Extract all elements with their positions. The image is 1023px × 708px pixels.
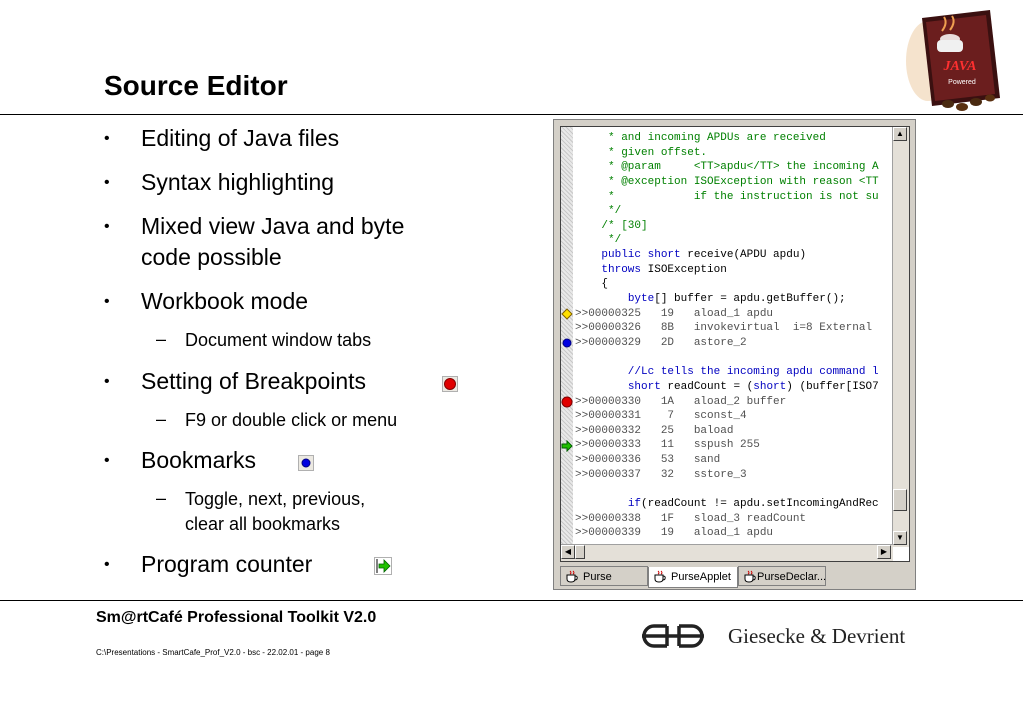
sub-bullet-item-continuation: clear all bookmarks	[185, 514, 341, 534]
code-line[interactable]: >>00000337 32 sstore_3	[575, 468, 893, 483]
sub-bullet-item: F9 or double click or menu	[185, 410, 398, 430]
code-line[interactable]: short readCount = (short) (buffer[ISO7	[575, 380, 893, 395]
bookmark-icon	[298, 455, 314, 471]
horizontal-scroll-thumb[interactable]	[575, 545, 585, 559]
bullet-marker: •	[104, 452, 110, 469]
gd-logo-icon	[642, 624, 704, 648]
program-counter-marker-icon[interactable]	[561, 439, 573, 452]
sub-bullet-marker: –	[156, 409, 167, 429]
tab-pursedeclar[interactable]: PurseDeclar...	[738, 566, 826, 586]
bullet-item: Mixed view Java and byte	[141, 213, 405, 239]
bullet-marker: •	[104, 293, 110, 310]
bullet-item: Editing of Java files	[141, 125, 340, 151]
bullet-marker: •	[104, 556, 110, 573]
code-line[interactable]: >>00000332 25 baload	[575, 424, 893, 439]
code-line[interactable]: >>00000339 19 aload_1 apdu	[575, 526, 893, 541]
code-line[interactable]: >>00000333 11 sspush 255	[575, 438, 893, 453]
bullet-marker: •	[104, 373, 110, 390]
code-line[interactable]: >>00000331 7 sconst_4	[575, 409, 893, 424]
code-line[interactable]: * if the instruction is not su	[575, 190, 893, 205]
footer-file-path: C:\Presentations - SmartCafe_Prof_V2.0 -…	[96, 648, 330, 657]
code-pane[interactable]: * and incoming APDUs are received * give…	[560, 126, 910, 562]
code-line[interactable]: >>00000325 19 aload_1 apdu	[575, 307, 893, 322]
bullet-item-continuation: code possible	[141, 244, 282, 270]
code-line[interactable]: >>00000338 1F sload_3 readCount	[575, 512, 893, 527]
document-tabs: Purse PurseApplet PurseDeclar...	[560, 566, 910, 588]
tab-purse[interactable]: Purse	[560, 566, 648, 586]
sub-bullet-item: Document window tabs	[185, 330, 372, 350]
tab-label: PurseApplet	[671, 571, 731, 583]
java-file-icon	[654, 570, 666, 583]
code-line[interactable]: throws ISOException	[575, 263, 893, 278]
code-line[interactable]: //Lc tells the incoming apdu command l	[575, 365, 893, 380]
code-line[interactable]: * @exception ISOException with reason <T…	[575, 175, 893, 190]
code-line[interactable]	[575, 482, 893, 497]
code-line[interactable]: */	[575, 233, 893, 248]
code-line[interactable]: /* [30]	[575, 219, 893, 234]
code-line[interactable]: public short receive(APDU apdu)	[575, 248, 893, 263]
program-counter-icon	[374, 557, 392, 575]
sub-bullet-item: Toggle, next, previous,	[185, 489, 366, 509]
sub-bullet-marker: –	[156, 488, 167, 508]
step-marker-icon[interactable]	[561, 308, 573, 320]
code-line[interactable]: >>00000326 8B invokevirtual i=8 External	[575, 321, 893, 336]
horizontal-scrollbar[interactable]: ◀ ▶	[561, 544, 893, 561]
footer-product-title: Sm@rtCafé Professional Toolkit V2.0	[96, 609, 377, 626]
code-text[interactable]: * and incoming APDUs are received * give…	[575, 131, 893, 545]
vertical-scroll-thumb[interactable]	[893, 489, 907, 511]
code-line[interactable]: byte[] buffer = apdu.getBuffer();	[575, 292, 893, 307]
code-line[interactable]: {	[575, 277, 893, 292]
bullet-marker: •	[104, 218, 110, 235]
code-line[interactable]: >>00000330 1A aload_2 buffer	[575, 395, 893, 410]
scroll-left-button[interactable]: ◀	[561, 545, 575, 559]
tab-label: PurseDeclar...	[757, 571, 827, 583]
breakpoint-marker-icon[interactable]	[561, 396, 573, 408]
code-line[interactable]: * @param <TT>apdu</TT> the incoming A	[575, 160, 893, 175]
code-line[interactable]: >>00000336 53 sand	[575, 453, 893, 468]
bullet-item: Workbook mode	[141, 288, 309, 314]
scroll-right-button[interactable]: ▶	[877, 545, 891, 559]
bullet-marker: •	[104, 174, 110, 191]
bullet-marker: •	[104, 130, 110, 147]
java-file-icon	[744, 570, 756, 583]
bullet-item: Program counter	[141, 551, 313, 577]
code-line[interactable]	[575, 351, 893, 366]
vertical-scrollbar[interactable]: ▲ ▼	[892, 127, 909, 547]
code-line[interactable]: * and incoming APDUs are received	[575, 131, 893, 146]
code-line[interactable]: * given offset.	[575, 146, 893, 161]
code-line[interactable]: */	[575, 204, 893, 219]
source-editor-window: * and incoming APDUs are received * give…	[553, 119, 916, 590]
company-name: Giesecke & Devrient	[728, 624, 906, 648]
tab-purseapplet[interactable]: PurseApplet	[648, 567, 738, 588]
bullet-item: Bookmarks	[141, 447, 257, 473]
svg-text:Powered: Powered	[948, 79, 976, 86]
java-powered-logo: JAVA Powered	[906, 10, 1000, 111]
scroll-down-button[interactable]: ▼	[893, 531, 907, 545]
bullet-item: Syntax highlighting	[141, 169, 335, 195]
footer-divider	[0, 600, 1023, 601]
svg-text:JAVA: JAVA	[943, 59, 977, 74]
sub-bullet-marker: –	[156, 329, 167, 349]
scroll-up-button[interactable]: ▲	[893, 127, 907, 141]
breakpoint-icon	[442, 376, 458, 392]
editor-gutter[interactable]	[561, 127, 573, 547]
bullet-item: Setting of Breakpoints	[141, 368, 367, 394]
java-file-icon	[566, 570, 578, 583]
tab-label: Purse	[583, 571, 612, 583]
bookmark-marker-icon[interactable]	[561, 337, 573, 349]
code-line[interactable]: if(readCount != apdu.setIncomingAndRec	[575, 497, 893, 512]
code-line[interactable]: >>00000329 2D astore_2	[575, 336, 893, 351]
bullet-list: • Editing of Java files • Syntax highlig…	[0, 0, 540, 600]
